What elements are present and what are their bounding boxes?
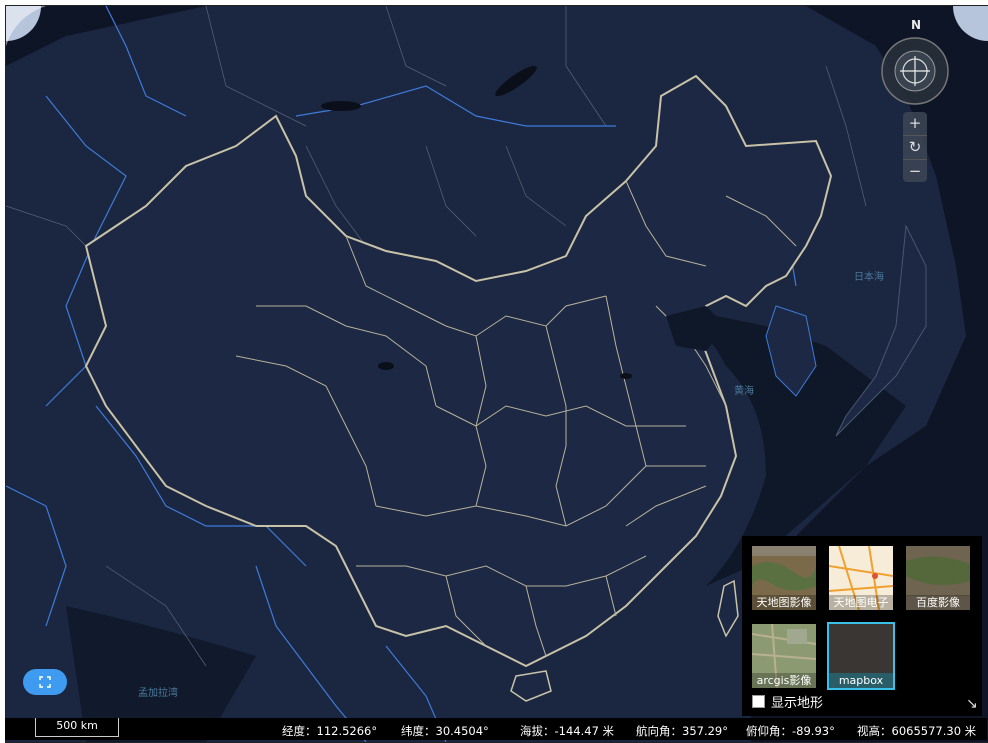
terrain-toggle[interactable]: 显示地形 [752,692,823,711]
basemap-baidu-image[interactable]: 百度影像 [904,544,972,612]
reset-view-button[interactable]: ↻ [903,135,927,159]
terrain-label: 显示地形 [771,696,824,711]
terrain-checkbox[interactable] [752,695,765,708]
map-label-yellow-sea: 黄海 [734,386,754,397]
basemap-arcgis-image[interactable]: arcgis影像 [750,622,818,690]
longitude-readout: 经度：112.5266° [282,724,378,738]
basemap-tianditu-image[interactable]: 天地图影像 [750,544,818,612]
fullscreen-button[interactable] [23,669,67,695]
zoom-control: + ↻ − [903,112,927,182]
compass-north-label: N [911,18,922,32]
view-height-readout: 视高：6065577.30 米 [857,724,977,738]
fullscreen-icon [39,676,51,688]
zoom-out-button[interactable]: − [903,159,927,183]
status-bar: 500 km 经度：112.5266° 纬度：30.4504° 海拔：-144.… [5,718,987,740]
collapse-arrow-icon[interactable]: ↘ [966,696,978,712]
zoom-in-button[interactable]: + [903,112,927,135]
heading-readout: 航向角：357.29° [636,724,728,738]
compass-icon[interactable] [880,36,950,106]
basemap-tianditu-vector[interactable]: 天地图电子 [827,544,895,612]
pitch-readout: 俯仰角：-89.93° [746,724,835,738]
basemap-mapbox[interactable]: mapbox [827,622,895,690]
basemap-panel: 天地图影像 天地图电子 百度影像 arcgis影像 mapbox [742,536,982,716]
map-label-japan-sea: 日本海 [854,272,884,283]
scale-bar: 500 km [35,718,119,737]
altitude-readout: 海拔：-144.47 米 [520,724,615,738]
latitude-readout: 纬度：30.4504° [401,724,489,738]
map-label-bay-of-bengal: 孟加拉湾 [138,688,178,699]
